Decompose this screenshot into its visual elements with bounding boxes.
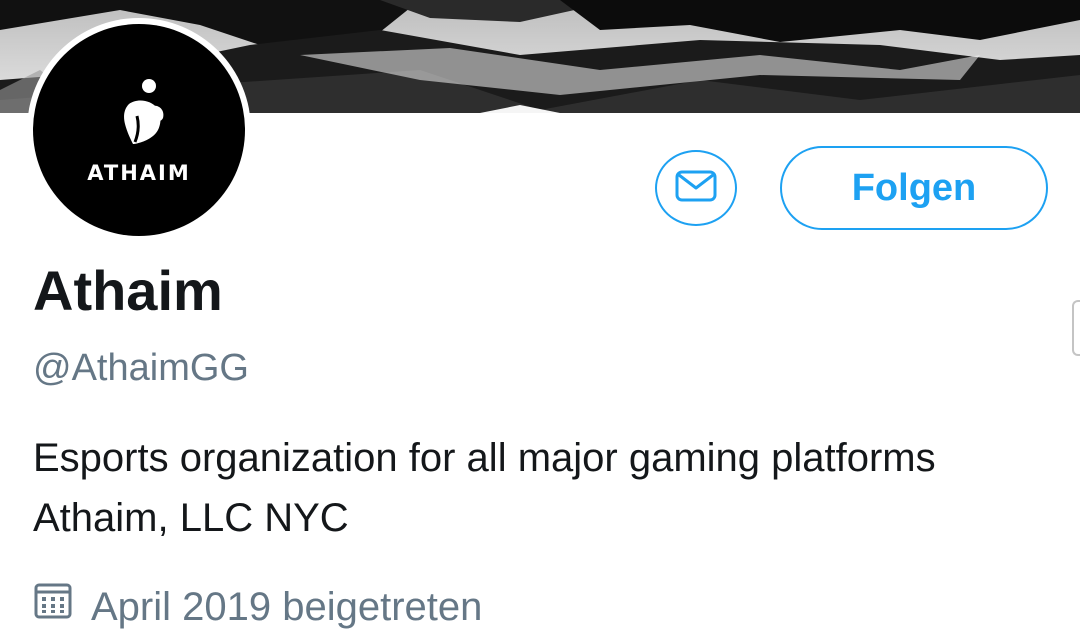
envelope-icon: [675, 170, 717, 207]
joined-date-text: April 2019 beigetreten: [91, 584, 483, 629]
joined-date: April 2019 beigetreten: [33, 580, 482, 633]
message-button[interactable]: [655, 150, 737, 226]
display-name: Athaim: [33, 259, 223, 322]
avatar-logo: ATHAIM: [33, 24, 245, 236]
follow-button[interactable]: Folgen: [780, 146, 1048, 230]
avatar-logo-text: ATHAIM: [87, 161, 191, 185]
profile-bio: Esports organization for all major gamin…: [33, 436, 936, 540]
user-handle: @AthaimGG: [33, 347, 249, 389]
scroll-indicator[interactable]: [1072, 300, 1080, 356]
calendar-icon: [33, 580, 73, 633]
profile-avatar[interactable]: ATHAIM: [27, 18, 251, 242]
